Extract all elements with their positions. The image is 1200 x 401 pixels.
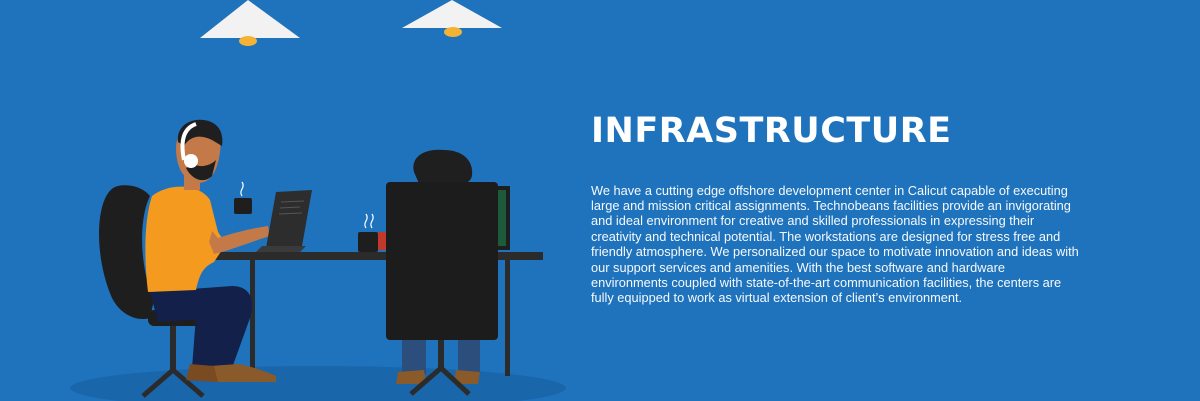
section-title: INFRASTRUCTURE: [591, 111, 952, 151]
coffee-mug-icon: [234, 181, 252, 214]
worker-with-headphones-icon: [145, 119, 276, 382]
pendant-lamp-icon: [200, 0, 300, 46]
infrastructure-section: INFRASTRUCTURE We have a cutting edge of…: [591, 112, 1081, 306]
laptop-icon: [256, 190, 312, 252]
section-description: We have a cutting edge offshore developm…: [591, 182, 1079, 306]
second-worker-head: [413, 149, 473, 186]
pendant-lamp-icon: [402, 0, 502, 37]
